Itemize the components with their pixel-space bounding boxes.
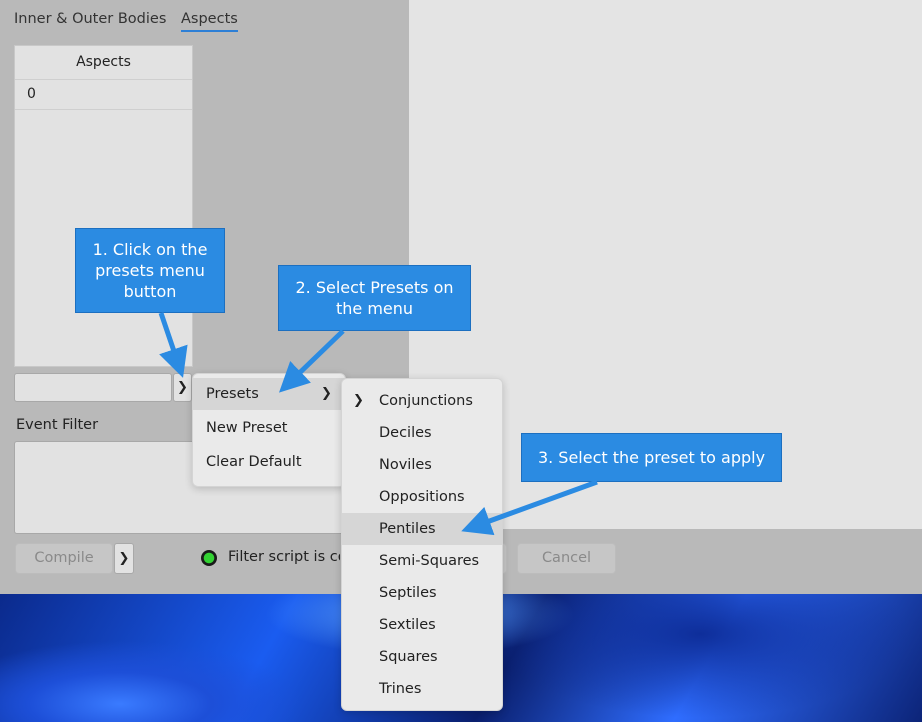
chevron-right-icon: ❯	[321, 386, 332, 401]
submenu-item-label: Trines	[379, 681, 422, 697]
submenu-item-oppositions[interactable]: Oppositions	[342, 481, 502, 513]
presets-menu-button[interactable]: ❯	[173, 373, 192, 402]
presets-context-menu: Presets ❯ New Preset Clear Default	[192, 373, 346, 487]
menu-item-label: New Preset	[206, 420, 288, 436]
submenu-item-deciles[interactable]: Deciles	[342, 417, 502, 449]
menu-item-label: Clear Default	[206, 454, 302, 470]
menu-item-new-preset[interactable]: New Preset	[193, 412, 345, 444]
submenu-item-septiles[interactable]: Septiles	[342, 577, 502, 609]
submenu-item-label: Pentiles	[379, 521, 436, 537]
tab-inner-outer-bodies[interactable]: Inner & Outer Bodies	[14, 11, 166, 27]
event-filter-label: Event Filter	[16, 417, 99, 433]
compile-button[interactable]: Compile	[15, 543, 113, 574]
callout-step-2: 2. Select Presets on the menu	[278, 265, 471, 331]
chevron-right-icon: ❯	[177, 380, 188, 395]
submenu-item-label: Septiles	[379, 585, 437, 601]
status-text: Filter script is compiled	[228, 549, 340, 565]
tab-aspects[interactable]: Aspects	[181, 11, 238, 32]
chevron-right-icon: ❯	[118, 551, 130, 566]
status-dot-icon	[201, 550, 217, 566]
presets-submenu: ❯ Conjunctions Deciles Noviles Oppositio…	[341, 378, 503, 711]
submenu-item-pentiles[interactable]: Pentiles	[342, 513, 502, 545]
menu-item-clear-default[interactable]: Clear Default	[193, 446, 345, 478]
aspects-table-header: Aspects	[15, 46, 192, 80]
submenu-item-sextiles[interactable]: Sextiles	[342, 609, 502, 641]
compile-options-button[interactable]: ❯	[114, 543, 134, 574]
submenu-item-trines[interactable]: Trines	[342, 673, 502, 705]
menu-item-presets[interactable]: Presets ❯	[193, 378, 345, 410]
submenu-item-label: Oppositions	[379, 489, 465, 505]
menu-item-label: Presets	[206, 386, 259, 402]
submenu-item-semi-squares[interactable]: Semi-Squares	[342, 545, 502, 577]
callout-step-1: 1. Click on the presets menu button	[75, 228, 225, 313]
submenu-item-label: Semi-Squares	[379, 553, 480, 569]
cancel-button[interactable]: Cancel	[517, 543, 616, 574]
submenu-item-label: Squares	[379, 649, 438, 665]
preset-field[interactable]	[14, 373, 172, 402]
submenu-item-noviles[interactable]: Noviles	[342, 449, 502, 481]
submenu-item-label: Noviles	[379, 457, 432, 473]
submenu-item-conjunctions[interactable]: Conjunctions	[342, 385, 502, 417]
submenu-item-label: Sextiles	[379, 617, 436, 633]
callout-step-3: 3. Select the preset to apply	[521, 433, 782, 482]
submenu-item-label: Deciles	[379, 425, 432, 441]
aspects-table: Aspects 0	[14, 45, 193, 367]
table-row[interactable]: 0	[15, 80, 192, 110]
submenu-item-label: Conjunctions	[379, 393, 473, 409]
submenu-item-squares[interactable]: Squares	[342, 641, 502, 673]
